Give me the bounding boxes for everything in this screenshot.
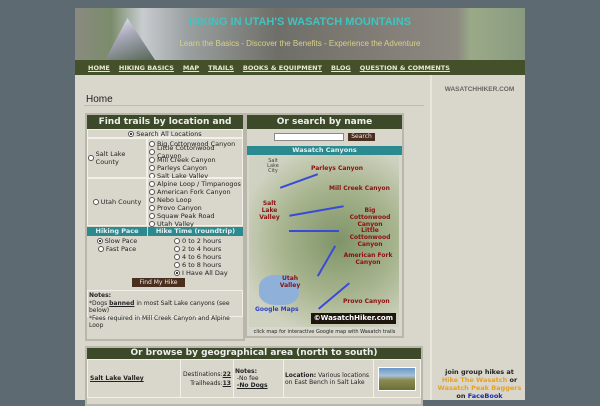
option-squaw-peak[interactable]: Squaw Peak Road (149, 212, 241, 220)
map-label-provo[interactable]: Provo Canyon (343, 298, 390, 305)
sidebar-site-title: WASATCHHIKER.COM (444, 86, 515, 93)
map-label-salt-lake-valley[interactable]: Salt Lake Valley (257, 200, 282, 221)
hike-the-wasatch-link[interactable]: Hike The Wasatch (442, 376, 507, 384)
map-label-big-cottonwood[interactable]: Big Cottonwood Canyon (345, 207, 395, 228)
search-panel: Or search by name Search Wasatch Canyons… (245, 113, 404, 338)
trailheads-link[interactable]: 13 (223, 380, 231, 387)
nav-questions[interactable]: QUESTION & COMMENTS (360, 64, 450, 72)
page: HIKING IN UTAH'S WASATCH MOUNTAINS Learn… (75, 8, 525, 406)
time-group: Hike Time (roundtrip) 0 to 2 hours 2 to … (148, 227, 243, 277)
pace-group: Hiking Pace Slow Pace Fast Pace (87, 227, 147, 253)
nav-blog[interactable]: BLOG (331, 64, 351, 72)
time-2-4[interactable]: 2 to 4 hours (174, 245, 243, 253)
map-label-american-fork[interactable]: American Fork Canyon (343, 252, 393, 266)
time-header: Hike Time (roundtrip) (148, 227, 243, 236)
banned-link[interactable]: banned (109, 300, 134, 307)
area-thumbnail[interactable] (377, 366, 416, 391)
facebook-link[interactable]: FaceBook (468, 392, 503, 400)
find-my-hike-button[interactable]: Find My Hike (132, 278, 185, 287)
pace-header: Hiking Pace (87, 227, 147, 236)
sidebar: WASATCHHIKER.COM join group hikes at Hik… (430, 75, 525, 400)
all-locations-radio[interactable]: Search All Locations (87, 129, 243, 138)
option-nebo-loop[interactable]: Nebo Loop (149, 196, 241, 204)
time-4-6[interactable]: 4 to 6 hours (174, 253, 243, 261)
group-hikes-promo: join group hikes at Hike The Wasatch or … (437, 368, 522, 400)
utah-options: Alpine Loop / Timpanogos American Fork C… (147, 178, 243, 228)
slc-radio[interactable]: Salt Lake County (87, 138, 147, 178)
header-banner: HIKING IN UTAH'S WASATCH MOUNTAINS Learn… (75, 8, 525, 60)
nav-hiking-basics[interactable]: HIKING BASICS (119, 64, 174, 72)
search-title: Or search by name (247, 115, 402, 129)
option-alpine-loop[interactable]: Alpine Loop / Timpanogos (149, 180, 241, 188)
time-0-2[interactable]: 0 to 2 hours (174, 237, 243, 245)
watermark: ©WasatchHiker.com (310, 313, 396, 324)
nav-home[interactable]: HOME (88, 64, 110, 72)
option-provo-canyon[interactable]: Provo Canyon (149, 204, 241, 212)
map-label-parleys[interactable]: Parleys Canyon (311, 165, 363, 172)
map-label-slc: Salt Lake City (267, 158, 279, 174)
option-little-cottonwood[interactable]: Little Cottonwood Canyon (149, 144, 241, 160)
finder-notes: Notes: *Dogs banned in most Salt Lake ca… (87, 290, 243, 329)
utah-county-radio[interactable]: Utah County (87, 178, 147, 226)
page-title: Home (86, 94, 113, 105)
slc-options: Big Cottonwood Canyon Little Cottonwood … (147, 138, 243, 180)
time-all-day[interactable]: I Have All Day (174, 269, 243, 277)
time-6-8[interactable]: 6 to 8 hours (174, 261, 243, 269)
nav-books[interactable]: BOOKS & EQUIPMENT (243, 64, 322, 72)
map-title: Wasatch Canyons (247, 146, 402, 155)
main-nav: HOME HIKING BASICS MAP TRAILS BOOKS & EQ… (75, 60, 525, 75)
map-label-mill-creek[interactable]: Mill Creek Canyon (329, 185, 390, 192)
trail-finder-form: Find trails by location and time Search … (85, 113, 245, 341)
map-caption[interactable]: click map for interactive Google map wit… (247, 329, 402, 335)
google-maps-logo: Google Maps (255, 306, 299, 313)
map-label-utah-valley[interactable]: Utah Valley (279, 275, 301, 289)
area-table: Salt Lake Valley Destinations:22 Trailhea… (87, 359, 422, 398)
option-parleys[interactable]: Parleys Canyon (149, 164, 241, 172)
search-input[interactable] (274, 133, 345, 141)
browse-title: Or browse by geographical area (north to… (87, 348, 421, 359)
fast-pace-radio[interactable]: Fast Pace (87, 245, 147, 253)
finder-title: Find trails by location and time (87, 115, 243, 141)
nav-trails[interactable]: TRAILS (208, 64, 234, 72)
table-row: Salt Lake Valley Destinations:22 Trailhea… (87, 359, 422, 398)
area-link[interactable]: Salt Lake Valley (90, 375, 144, 382)
option-american-fork[interactable]: American Fork Canyon (149, 188, 241, 196)
map-label-little-cottonwood[interactable]: Little Cottonwood Canyon (345, 227, 395, 248)
peak-baggers-link[interactable]: Wasatch Peak Baggers (438, 384, 522, 392)
wasatch-map[interactable]: Parleys Canyon Mill Creek Canyon Big Cot… (249, 155, 399, 327)
divider (84, 105, 424, 106)
browse-section: Or browse by geographical area (north to… (85, 346, 423, 406)
no-dogs-link[interactable]: -No Dogs (237, 382, 268, 389)
site-title[interactable]: HIKING IN UTAH'S WASATCH MOUNTAINS (75, 16, 525, 28)
search-button[interactable]: Search (348, 133, 375, 141)
nav-map[interactable]: MAP (183, 64, 199, 72)
destinations-link[interactable]: 22 (223, 371, 231, 378)
slow-pace-radio[interactable]: Slow Pace (87, 237, 147, 245)
tagline: Learn the Basics - Discover the Benefits… (179, 39, 421, 48)
